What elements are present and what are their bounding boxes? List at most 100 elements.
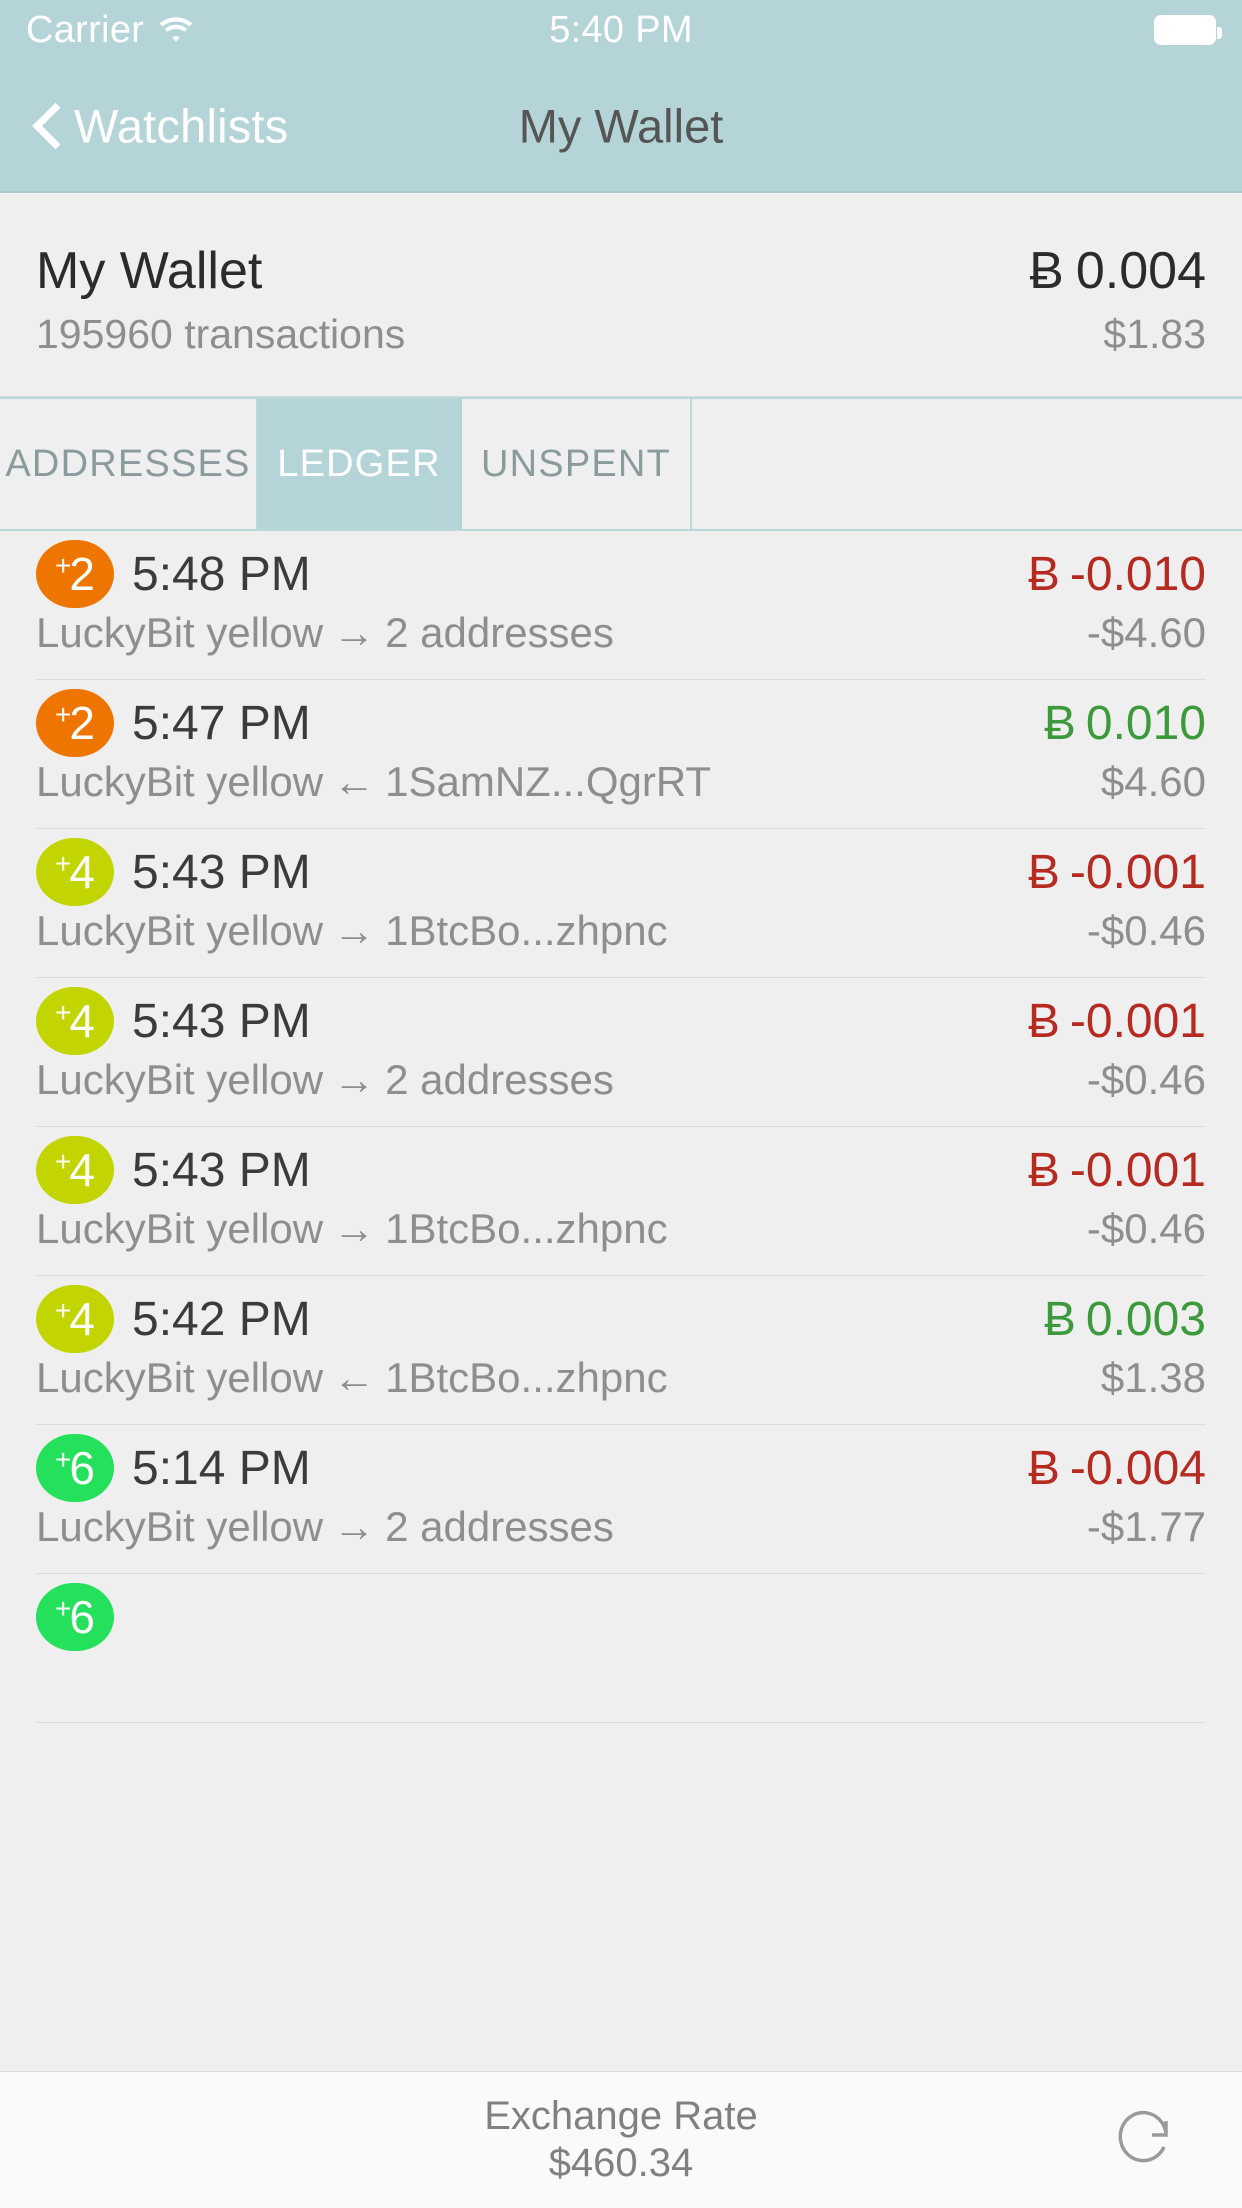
transaction-source: LuckyBit yellow <box>36 907 324 954</box>
battery-icon <box>1154 15 1222 45</box>
transaction-fiat: -$1.77 <box>1086 1503 1206 1550</box>
confirmation-badge: +4 <box>36 838 114 906</box>
transaction-amount: Ƀ -0.010 <box>1028 547 1206 602</box>
transaction-amount: Ƀ -0.001 <box>1028 994 1206 1049</box>
transaction-amount: Ƀ 0.010 <box>1044 696 1206 751</box>
table-row[interactable]: +6 <box>0 1574 1242 1723</box>
transaction-primary-row: +4 5:43 PM Ƀ -0.001 <box>36 829 1206 906</box>
plus-sign-icon: + <box>55 1146 72 1177</box>
transaction-left-group: +6 <box>36 1583 132 1651</box>
plus-sign-icon: + <box>55 699 72 730</box>
bitcoin-symbol-icon: Ƀ <box>1027 547 1060 601</box>
plus-sign-icon: + <box>55 848 72 879</box>
transaction-target: 2 addresses <box>385 1056 614 1103</box>
transaction-secondary-row: LuckyBit yellow → 1BtcBo...zhpnc -$0.46 <box>36 1205 1206 1253</box>
transaction-fiat: $1.38 <box>1100 1354 1206 1401</box>
transaction-target: 1BtcBo...zhpnc <box>385 907 668 954</box>
refresh-icon <box>1108 2103 1182 2177</box>
table-row[interactable]: +2 5:47 PM Ƀ 0.010 LuckyBit yellow ← 1SamNZ… <box>0 680 1242 829</box>
transaction-left-group: +4 5:43 PM <box>36 838 311 906</box>
transaction-secondary-row: LuckyBit yellow ← 1SamNZ...QgrRT $4.60 <box>36 758 1206 806</box>
tab-unspent[interactable]: UNSPENT <box>462 399 692 529</box>
app-screen: Carrier 5:40 PM Watchlists My Wallet My … <box>0 0 1242 2208</box>
confirmation-count: 6 <box>69 1442 95 1494</box>
confirmation-badge: +4 <box>36 1136 114 1204</box>
transaction-description <box>36 1652 56 1700</box>
transaction-left-group: +2 5:48 PM <box>36 540 311 608</box>
tab-ledger[interactable]: LEDGER <box>258 399 462 529</box>
direction-arrow-icon: → <box>333 609 376 656</box>
plus-sign-icon: + <box>55 550 72 581</box>
transaction-amount-value: 0.010 <box>1085 696 1206 750</box>
wallet-name: My Wallet <box>36 242 263 300</box>
exchange-rate-label: Exchange Rate <box>484 2093 758 2138</box>
table-row[interactable]: +6 5:14 PM Ƀ -0.004 LuckyBit yellow → 2 add… <box>0 1425 1242 1574</box>
transaction-time: 5:14 PM <box>132 1441 311 1495</box>
transaction-left-group: +2 5:47 PM <box>36 689 311 757</box>
confirmation-count: 4 <box>69 1144 95 1196</box>
transaction-time: 5:42 PM <box>132 1292 311 1346</box>
wallet-summary-secondary-row: 195960 transactions $1.83 <box>36 311 1206 358</box>
plus-sign-icon: + <box>55 1593 72 1624</box>
transaction-fiat: $4.60 <box>1100 758 1206 805</box>
transaction-secondary-row: LuckyBit yellow ← 1BtcBo...zhpnc $1.38 <box>36 1354 1206 1402</box>
table-row[interactable]: +4 5:42 PM Ƀ 0.003 LuckyBit yellow ← 1BtcBo… <box>0 1276 1242 1425</box>
table-row[interactable]: +2 5:48 PM Ƀ -0.010 LuckyBit yellow → 2 add… <box>0 531 1242 680</box>
wallet-fiat-value: $1.83 <box>1103 311 1206 357</box>
transaction-amount <box>1196 1590 1206 1645</box>
tab-addresses[interactable]: ADDRESSES <box>0 399 258 529</box>
transaction-amount-value: -0.001 <box>1069 1143 1206 1197</box>
confirmation-badge: +4 <box>36 987 114 1055</box>
transaction-primary-row: +6 <box>36 1574 1206 1651</box>
transaction-source: LuckyBit yellow <box>36 609 324 656</box>
bitcoin-symbol-icon: Ƀ <box>1027 1441 1060 1495</box>
direction-arrow-icon: → <box>333 1503 376 1550</box>
plus-sign-icon: + <box>55 1444 72 1475</box>
confirmation-count: 2 <box>69 697 95 749</box>
wallet-balance: Ƀ 0.004 <box>1029 241 1206 301</box>
transaction-left-group: +4 5:43 PM <box>36 1136 311 1204</box>
transaction-primary-row: +2 5:48 PM Ƀ -0.010 <box>36 531 1206 608</box>
transaction-source: LuckyBit yellow <box>36 1205 324 1252</box>
transaction-target: 2 addresses <box>385 609 614 656</box>
plus-sign-icon: + <box>55 1295 72 1326</box>
direction-arrow-icon: → <box>333 1056 376 1103</box>
direction-arrow-icon: → <box>333 1205 376 1252</box>
transaction-source: LuckyBit yellow <box>36 758 324 805</box>
transaction-fiat: -$0.46 <box>1086 1205 1206 1252</box>
status-bar-clock: 5:40 PM <box>549 8 693 51</box>
transaction-time: 5:43 PM <box>132 1143 311 1197</box>
wallet-balance-value: 0.004 <box>1075 242 1206 300</box>
transaction-secondary-row: LuckyBit yellow → 2 addresses -$4.60 <box>36 609 1206 657</box>
transaction-primary-row: +6 5:14 PM Ƀ -0.004 <box>36 1425 1206 1502</box>
status-bar: Carrier 5:40 PM <box>0 0 1242 60</box>
transaction-time: 5:47 PM <box>132 696 311 750</box>
table-row[interactable]: +4 5:43 PM Ƀ -0.001 LuckyBit yellow → 2 add… <box>0 978 1242 1127</box>
transaction-primary-row: +4 5:43 PM Ƀ -0.001 <box>36 978 1206 1055</box>
transaction-amount-value: -0.001 <box>1069 994 1206 1048</box>
refresh-button[interactable] <box>1108 2103 1182 2177</box>
exchange-rate-value: $460.34 <box>548 2141 694 2185</box>
transaction-source: LuckyBit yellow <box>36 1503 324 1550</box>
transaction-primary-row: +4 5:43 PM Ƀ -0.001 <box>36 1127 1206 1204</box>
bitcoin-symbol-icon: Ƀ <box>1043 696 1076 750</box>
bitcoin-symbol-icon: Ƀ <box>1027 845 1060 899</box>
ledger-transaction-list[interactable]: +2 5:48 PM Ƀ -0.010 LuckyBit yellow → 2 add… <box>0 531 1242 2071</box>
table-row[interactable]: +4 5:43 PM Ƀ -0.001 LuckyBit yellow → 1BtcB… <box>0 829 1242 978</box>
confirmation-count: 6 <box>69 1591 95 1643</box>
table-row[interactable]: +4 5:43 PM Ƀ -0.001 LuckyBit yellow → 1BtcB… <box>0 1127 1242 1276</box>
transaction-source: LuckyBit yellow <box>36 1056 324 1103</box>
tab-bar: ADDRESSES LEDGER UNSPENT <box>0 397 1242 531</box>
transaction-secondary-row: LuckyBit yellow → 2 addresses -$0.46 <box>36 1056 1206 1104</box>
bitcoin-symbol-icon: Ƀ <box>1029 242 1064 300</box>
status-bar-right <box>1154 15 1222 45</box>
transaction-amount: Ƀ 0.003 <box>1044 1292 1206 1347</box>
confirmation-count: 4 <box>69 1293 95 1345</box>
confirmation-badge: +6 <box>36 1583 114 1651</box>
row-divider <box>36 1722 1206 1723</box>
navigation-bar: Watchlists My Wallet <box>0 60 1242 193</box>
transaction-left-group: +4 5:42 PM <box>36 1285 311 1353</box>
exchange-rate-block: Exchange Rate $460.34 <box>484 2093 758 2187</box>
transaction-left-group: +6 5:14 PM <box>36 1434 311 1502</box>
transaction-description: LuckyBit yellow → 1BtcBo...zhpnc <box>36 907 668 955</box>
